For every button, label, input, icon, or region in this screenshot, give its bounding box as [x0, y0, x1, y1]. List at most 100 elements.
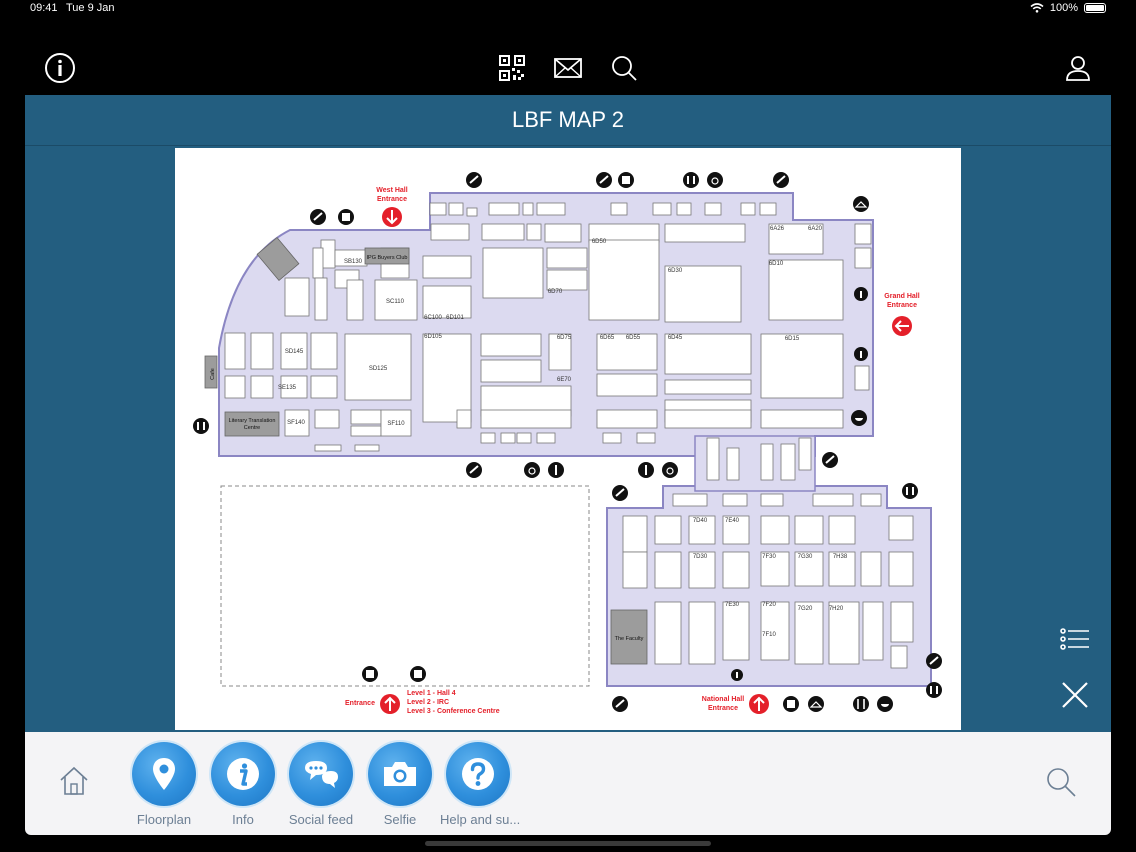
- west-entrance-label-2: Entrance: [377, 196, 407, 203]
- stand-label: 6D70: [548, 289, 563, 295]
- toilets-icon: [193, 418, 209, 434]
- stand-label: 6D30: [668, 268, 683, 274]
- cafe-icon: [466, 172, 482, 188]
- cafe-icon: [612, 485, 628, 501]
- status-right: 100%: [1030, 2, 1106, 14]
- stand-label: SB130: [344, 259, 363, 265]
- wifi-icon: [1030, 3, 1044, 13]
- faculty-label: The Faculty: [615, 636, 644, 642]
- cafe-icon: [612, 696, 628, 712]
- cloakroom-icon: [808, 696, 824, 712]
- ipg-label: IPG Buyers Club: [367, 255, 408, 261]
- national-entrance-label-2: Entrance: [708, 705, 738, 712]
- stand-label: 6D105: [424, 334, 442, 340]
- nav-selfie[interactable]: Selfie: [362, 742, 438, 827]
- floorplan-map[interactable]: SB130 SC110 SD125 SD145 SE135 SF140 SF11…: [175, 148, 961, 730]
- level2-label: Level 2 - IRC: [407, 699, 449, 706]
- nav-info[interactable]: Info: [205, 742, 281, 827]
- status-bar: 09:41 Tue 9 Jan 100%: [0, 0, 1136, 18]
- home-icon[interactable]: [59, 766, 89, 801]
- user-icon[interactable]: [1062, 52, 1094, 84]
- wheelchair-icon: [524, 462, 540, 478]
- stand-label: SE135: [278, 385, 297, 391]
- cloakroom-icon: [853, 196, 869, 212]
- entrance-label: Entrance: [345, 700, 375, 707]
- stand-label: SD145: [285, 349, 304, 355]
- search-icon[interactable]: [608, 52, 640, 84]
- stand-label: 6A20: [808, 226, 823, 232]
- nav-label: Social feed: [288, 812, 354, 827]
- information-icon: [731, 669, 743, 681]
- information-icon: [854, 347, 868, 361]
- nav-label: Floorplan: [136, 812, 192, 827]
- stand-label: SD125: [369, 366, 388, 372]
- close-icon[interactable]: [1059, 679, 1091, 711]
- info-icon[interactable]: [44, 52, 76, 84]
- stand-label: 7F20: [762, 602, 776, 608]
- wheelchair-icon: [662, 462, 678, 478]
- stand-label: 6D65: [600, 335, 615, 341]
- wheelchair-icon: [707, 172, 723, 188]
- level3-label: Level 3 - Conference Centre: [407, 708, 500, 715]
- qr-code-icon[interactable]: [496, 52, 528, 84]
- stand-label: 7E30: [725, 602, 740, 608]
- status-time: 09:41: [30, 2, 58, 14]
- information-icon: [854, 287, 868, 301]
- nav-label: Selfie: [383, 812, 417, 827]
- stand-label: 7H38: [833, 554, 848, 560]
- stand-label: SF110: [387, 421, 405, 427]
- top-toolbar: [0, 40, 1136, 94]
- stand-label: 6C100: [424, 315, 442, 321]
- cafe-icon: [466, 462, 482, 478]
- stand-label: 6D10: [769, 261, 784, 267]
- stand-label: 6D101: [446, 315, 464, 321]
- stand-label: 7D30: [693, 554, 708, 560]
- cafe-icon: [926, 653, 942, 669]
- stand-label: 6D55: [626, 335, 641, 341]
- stand-label: SF140: [287, 420, 305, 426]
- map-panel: LBF MAP 2 SB130 SC110 SD125 SD145 SE135 …: [25, 95, 1111, 732]
- level1-label: Level 1 - Hall 4: [407, 690, 456, 697]
- atm-icon: [362, 666, 378, 682]
- restaurant-icon: [877, 696, 893, 712]
- nav-floorplan[interactable]: Floorplan: [126, 742, 202, 827]
- page-title: LBF MAP 2: [25, 95, 1111, 146]
- toilets-icon: [683, 172, 699, 188]
- stand-label: 6D75: [557, 335, 572, 341]
- chat-bubbles-icon: [289, 742, 353, 806]
- national-entrance-label-1: National Hall: [702, 696, 744, 703]
- stand-label: 7F10: [762, 632, 776, 638]
- entrance-arrow-icon: [380, 694, 400, 714]
- stand-label: 6D15: [785, 336, 800, 342]
- grand-entrance-label-1: Grand Hall: [884, 293, 919, 300]
- cafe-icon: [773, 172, 789, 188]
- atm-icon: [618, 172, 634, 188]
- west-entrance-label-1: West Hall: [376, 187, 407, 194]
- cafe-label: Cafe: [210, 368, 216, 380]
- toilets-icon: [902, 483, 918, 499]
- nav-social-feed[interactable]: Social feed: [283, 742, 359, 827]
- stand-label: 7G30: [798, 554, 813, 560]
- stand-label: 6D50: [592, 239, 607, 245]
- literary-translation-centre-stand: [224, 411, 280, 437]
- home-indicator[interactable]: [425, 841, 711, 846]
- atm-icon: [410, 666, 426, 682]
- grand-entrance-label-2: Entrance: [887, 302, 917, 309]
- toilets-icon: [926, 682, 942, 698]
- bottom-navigation: Floorplan Info Social feed Selfie Help a…: [25, 732, 1111, 835]
- nav-label: Help and su...: [440, 812, 521, 827]
- toilet-icon: [638, 462, 654, 478]
- search-icon[interactable]: [1045, 766, 1077, 803]
- stand-label: 7H20: [829, 606, 844, 612]
- atm-icon: [338, 209, 354, 225]
- camera-icon: [368, 742, 432, 806]
- mail-icon[interactable]: [552, 52, 584, 84]
- nav-help-and-support[interactable]: Help and su...: [440, 742, 521, 827]
- stand-label: 7F30: [762, 554, 776, 560]
- map-pin-icon: [132, 742, 196, 806]
- status-date: Tue 9 Jan: [66, 2, 115, 14]
- stand-label: SC110: [386, 299, 405, 305]
- cafe-icon: [822, 452, 838, 468]
- list-icon[interactable]: [1059, 627, 1091, 651]
- stand-label: 6D45: [668, 335, 683, 341]
